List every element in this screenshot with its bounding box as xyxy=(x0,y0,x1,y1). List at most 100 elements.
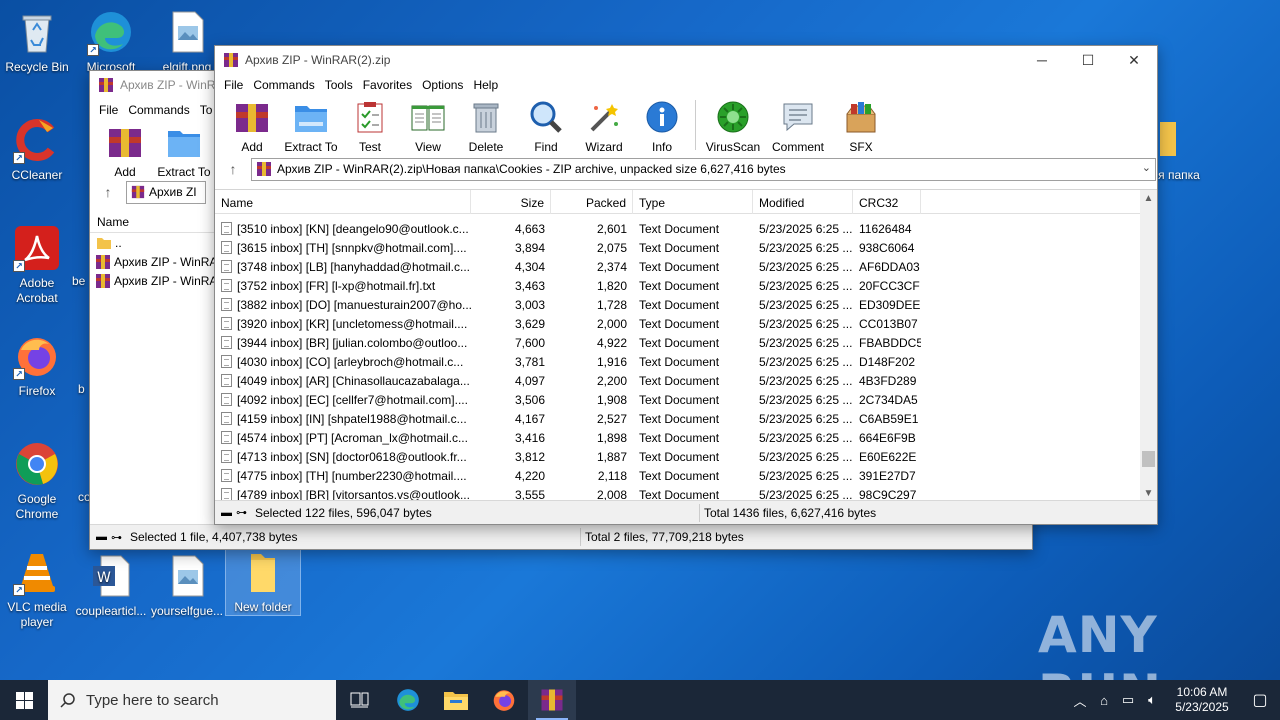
table-row[interactable]: [4775 inbox] [TH] [number2230@hotmail...… xyxy=(215,466,1157,485)
desktop-icon-word-doc[interactable]: W couplearticl... xyxy=(74,552,148,619)
table-row[interactable]: [4713 inbox] [SN] [doctor0618@outlook.fr… xyxy=(215,447,1157,466)
start-button[interactable] xyxy=(0,680,48,720)
file-explorer-icon xyxy=(444,692,468,710)
info-button[interactable]: Info xyxy=(633,100,691,154)
desktop-icon-firefox[interactable]: ↗ Firefox xyxy=(0,332,74,399)
taskbar-firefox[interactable] xyxy=(480,680,528,720)
taskbar-winrar[interactable] xyxy=(528,680,576,720)
cell-name: [3920 inbox] [KR] [uncletomess@hotmail..… xyxy=(215,316,471,331)
text-document-icon xyxy=(221,259,232,273)
maximize-button[interactable]: ☐ xyxy=(1065,46,1111,74)
menu-file[interactable]: File xyxy=(219,78,248,92)
column-header-size[interactable]: Size xyxy=(471,190,551,214)
extract-to-button[interactable]: Extract To xyxy=(154,125,214,179)
text-document-icon xyxy=(221,411,232,425)
close-button[interactable]: ✕ xyxy=(1111,46,1157,74)
virusscan-button[interactable]: VirusScan xyxy=(700,100,766,154)
table-row[interactable]: [3752 inbox] [FR] [l-xp@hotmail.fr].txt 3… xyxy=(215,276,1157,295)
sort-arrow-icon: ^ xyxy=(339,190,344,194)
cell-size: 3,416 xyxy=(514,430,545,445)
minimize-button[interactable]: ─ xyxy=(1019,46,1065,74)
comment-button[interactable]: Comment xyxy=(766,100,830,154)
table-row[interactable]: [4789 inbox] [BR] [vitorsantos.vs@outloo… xyxy=(215,485,1157,501)
table-row[interactable]: [4159 inbox] [IN] [shpatel1988@hotmail.c… xyxy=(215,409,1157,428)
table-row[interactable]: [3920 inbox] [KR] [uncletomess@hotmail..… xyxy=(215,314,1157,333)
table-row[interactable]: [3615 inbox] [TH] [snnpkv@hotmail.com]..… xyxy=(215,238,1157,257)
info-icon xyxy=(646,101,678,133)
desktop-icon-ccleaner[interactable]: ↗ CCleaner xyxy=(0,116,74,183)
taskbar-edge[interactable] xyxy=(384,680,432,720)
taskbar-file-explorer[interactable] xyxy=(432,680,480,720)
clock[interactable]: 10:06 AM 5/23/2025 xyxy=(1164,685,1240,715)
file-list[interactable]: ^ Name Size Packed Type Modified CRC32 [… xyxy=(215,189,1157,501)
find-button[interactable]: Find xyxy=(517,100,575,154)
table-row[interactable]: [4030 inbox] [CO] [arleybroch@hotmail.c.… xyxy=(215,352,1157,371)
table-row[interactable]: [3510 inbox] [KN] [deangelo90@outlook.c.… xyxy=(215,219,1157,238)
scroll-up-arrow[interactable]: ▲ xyxy=(1140,190,1157,207)
menu-file[interactable]: File xyxy=(94,103,123,117)
cell-type: Text Document xyxy=(639,316,720,331)
table-row[interactable]: [4574 inbox] [PT] [Acroman_lx@hotmail.c.… xyxy=(215,428,1157,447)
test-clipboard-icon xyxy=(357,102,383,133)
desktop-icon-new-folder[interactable]: New folder xyxy=(225,547,301,616)
cell-size: 3,812 xyxy=(514,449,545,464)
up-arrow-icon[interactable]: ↑ xyxy=(90,184,126,200)
menu-tools[interactable]: Tools xyxy=(320,78,358,92)
desktop-icon-vlc[interactable]: ↗ VLC media player xyxy=(0,548,74,630)
scroll-down-arrow[interactable]: ▼ xyxy=(1140,485,1157,501)
table-row[interactable]: [3944 inbox] [BR] [julian.colombo@outloo… xyxy=(215,333,1157,352)
address-field[interactable]: Архив ZIP - WinRAR(2).zip\Новая папка\Co… xyxy=(251,157,1156,181)
chevron-up-icon[interactable]: ︿ xyxy=(1068,691,1092,710)
desktop-icon-elgift[interactable]: elgift.png xyxy=(150,8,224,75)
column-header-packed[interactable]: Packed xyxy=(551,190,633,214)
winrar-window-front[interactable]: Архив ZIP - WinRAR(2).zip ─ ☐ ✕ File Com… xyxy=(214,45,1158,525)
column-header-crc32[interactable]: CRC32 xyxy=(853,190,921,214)
taskbar-search-box[interactable]: Type here to search xyxy=(48,680,336,720)
table-row[interactable]: [4049 inbox] [AR] [Chinasollaucazabalaga… xyxy=(215,371,1157,390)
cell-type: Text Document xyxy=(639,278,720,293)
add-button[interactable]: Add xyxy=(223,100,281,154)
column-header-modified[interactable]: Modified xyxy=(753,190,853,214)
window-titlebar[interactable]: Архив ZIP - WinRAR(2).zip ─ ☐ ✕ xyxy=(215,46,1157,74)
menu-commands[interactable]: Commands xyxy=(248,78,319,92)
menu-help[interactable]: Help xyxy=(468,78,503,92)
menu-favorites[interactable]: Favorites xyxy=(358,78,417,92)
desktop-icon-chrome[interactable]: Google Chrome xyxy=(0,440,74,522)
table-row[interactable]: [4092 inbox] [EC] [cellfer7@hotmail.com]… xyxy=(215,390,1157,409)
column-header[interactable]: Name xyxy=(90,209,214,233)
extract-to-button[interactable]: Extract To xyxy=(281,100,341,154)
menu-options[interactable]: Options xyxy=(417,78,468,92)
view-button[interactable]: View xyxy=(399,100,457,154)
wizard-button[interactable]: Wizard xyxy=(575,100,633,154)
up-arrow-icon[interactable]: ↑ xyxy=(215,161,251,177)
cell-packed: 2,000 xyxy=(596,316,627,331)
cell-name: [3615 inbox] [TH] [snnpkv@hotmail.com]..… xyxy=(215,240,471,255)
table-row[interactable]: [3882 inbox] [DO] [manuesturain2007@ho..… xyxy=(215,295,1157,314)
button-label: Delete xyxy=(468,140,504,154)
file-name-text: [4775 inbox] [TH] [number2230@hotmail...… xyxy=(237,468,467,483)
table-row[interactable]: [3748 inbox] [LB] [hanyhaddad@hotmail.c.… xyxy=(215,257,1157,276)
test-button[interactable]: Test xyxy=(341,100,399,154)
taskbar-task-view[interactable] xyxy=(336,680,384,720)
desktop-icon-edge[interactable]: ↗ Microsoft xyxy=(74,8,148,75)
drive-icon: ▬ xyxy=(96,531,107,543)
delete-button[interactable]: Delete xyxy=(457,100,515,154)
volume-icon[interactable]: 🔈︎ xyxy=(1140,692,1164,708)
desktop-icon-acrobat[interactable]: ↗ Adobe Acrobat xyxy=(0,224,74,306)
chevron-down-icon[interactable]: ⌄ xyxy=(1142,161,1151,174)
add-button[interactable]: Add xyxy=(96,125,154,179)
sfx-button[interactable]: SFX xyxy=(832,100,890,154)
ethernet-icon[interactable]: ▭ xyxy=(1116,692,1140,708)
cell-type: Text Document xyxy=(639,430,720,445)
notification-icon[interactable]: ▢ xyxy=(1240,690,1280,710)
column-header-type[interactable]: Type xyxy=(633,190,753,214)
vertical-scrollbar[interactable]: ▲ ▼ xyxy=(1140,190,1157,501)
file-name-text: [3882 inbox] [DO] [manuesturain2007@ho..… xyxy=(237,297,471,312)
desktop-icon-recycle-bin[interactable]: Recycle Bin xyxy=(0,8,74,75)
menu-commands[interactable]: Commands xyxy=(123,103,194,117)
address-text: Архив ZI xyxy=(149,185,197,199)
desktop-icon-image-file[interactable]: yourselfgue... xyxy=(150,552,224,619)
network-icon[interactable]: ⌂ xyxy=(1092,693,1116,708)
scroll-thumb[interactable] xyxy=(1142,450,1155,467)
address-field[interactable]: Архив ZI xyxy=(126,180,206,204)
